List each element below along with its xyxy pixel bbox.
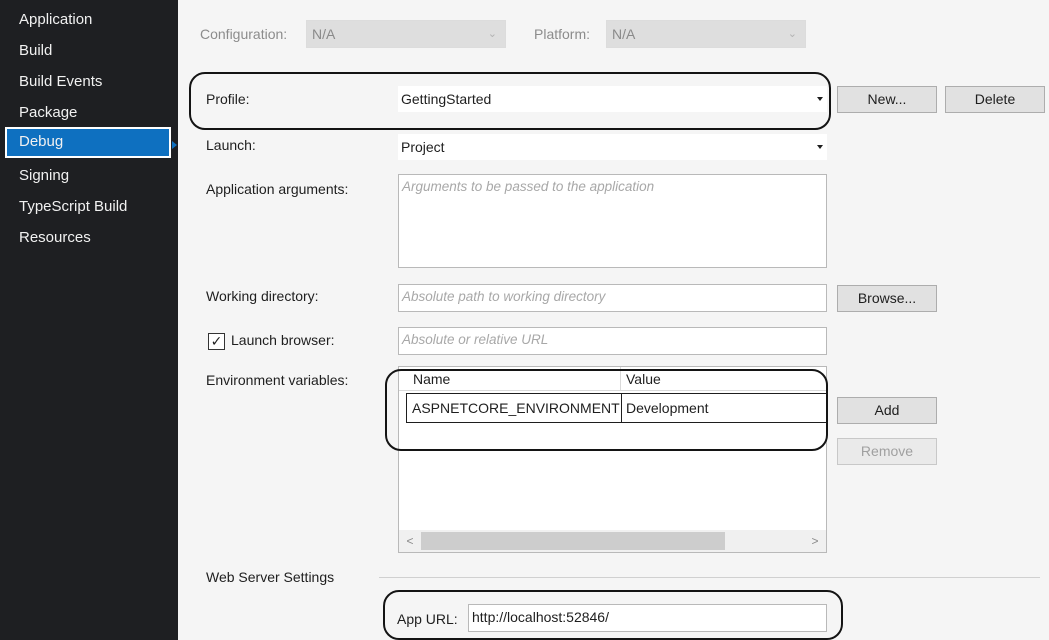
platform-select[interactable]: N/A ⌄ (606, 20, 806, 48)
dropdown-arrow-icon (817, 145, 823, 149)
platform-value: N/A (612, 26, 636, 42)
active-indicator-icon (172, 141, 177, 149)
launch-browser-checkbox[interactable]: ✓ (208, 333, 225, 350)
launch-browser-label: Launch browser: (231, 332, 335, 348)
sidebar-item-typescript-build[interactable]: TypeScript Build (0, 192, 178, 222)
profile-value: GettingStarted (401, 91, 492, 107)
configuration-label: Configuration: (200, 26, 288, 42)
launch-browser-url-input[interactable]: Absolute or relative URL (398, 327, 827, 355)
application-arguments-label: Application arguments: (206, 181, 349, 197)
launch-select[interactable]: Project (398, 134, 827, 160)
configuration-value: N/A (312, 26, 336, 42)
checkmark-icon: ✓ (210, 333, 223, 349)
environment-variables-grid[interactable]: Name Value ASPNETCORE_ENVIRONMENT Develo… (398, 366, 827, 553)
delete-profile-button[interactable]: Delete (945, 86, 1045, 113)
dropdown-arrow-icon (817, 97, 823, 101)
profile-select[interactable]: GettingStarted (398, 86, 827, 112)
scroll-right-icon[interactable]: > (807, 532, 823, 550)
app-url-label: App URL: (397, 611, 458, 627)
platform-label: Platform: (534, 26, 591, 42)
env-var-value-cell[interactable]: Development (621, 394, 709, 422)
configuration-select[interactable]: N/A ⌄ (306, 20, 506, 48)
launch-value: Project (401, 139, 445, 155)
scrollbar-thumb[interactable] (421, 532, 725, 550)
chevron-down-icon: ⌄ (487, 28, 497, 40)
sidebar-item-build-events[interactable]: Build Events (0, 67, 178, 97)
new-profile-button[interactable]: New... (837, 86, 937, 113)
sidebar: Application Build Build Events Package D… (0, 0, 178, 640)
sidebar-item-package[interactable]: Package (0, 98, 178, 128)
sidebar-item-build[interactable]: Build (0, 36, 178, 66)
application-arguments-input[interactable]: Arguments to be passed to the applicatio… (398, 174, 827, 268)
sidebar-item-debug[interactable]: Debug (5, 127, 171, 158)
column-header-name[interactable]: Name (407, 367, 450, 391)
remove-env-var-button[interactable]: Remove (837, 438, 937, 465)
launch-label: Launch: (206, 137, 256, 153)
debug-page: Configuration: N/A ⌄ Platform: N/A ⌄ Pro… (178, 0, 1049, 640)
env-var-name-cell[interactable]: ASPNETCORE_ENVIRONMENT (407, 394, 620, 422)
add-env-var-button[interactable]: Add (837, 397, 937, 424)
app-url-input[interactable]: http://localhost:52846/ (468, 604, 827, 632)
sidebar-item-application[interactable]: Application (0, 5, 178, 35)
web-server-settings-label: Web Server Settings (206, 569, 335, 585)
grid-header: Name Value (399, 367, 826, 391)
column-header-value[interactable]: Value (620, 367, 661, 391)
working-directory-input[interactable]: Absolute path to working directory (398, 284, 827, 312)
horizontal-scrollbar[interactable]: < > (399, 530, 826, 552)
table-row[interactable]: ASPNETCORE_ENVIRONMENT Development (406, 393, 826, 423)
environment-variables-label: Environment variables: (206, 372, 349, 388)
browse-button[interactable]: Browse... (837, 285, 937, 312)
chevron-down-icon: ⌄ (787, 28, 797, 40)
sidebar-item-signing[interactable]: Signing (0, 161, 178, 191)
working-directory-label: Working directory: (206, 288, 319, 304)
profile-label: Profile: (206, 91, 250, 107)
scroll-left-icon[interactable]: < (402, 532, 418, 550)
section-divider (379, 577, 1040, 578)
sidebar-item-resources[interactable]: Resources (0, 223, 178, 253)
